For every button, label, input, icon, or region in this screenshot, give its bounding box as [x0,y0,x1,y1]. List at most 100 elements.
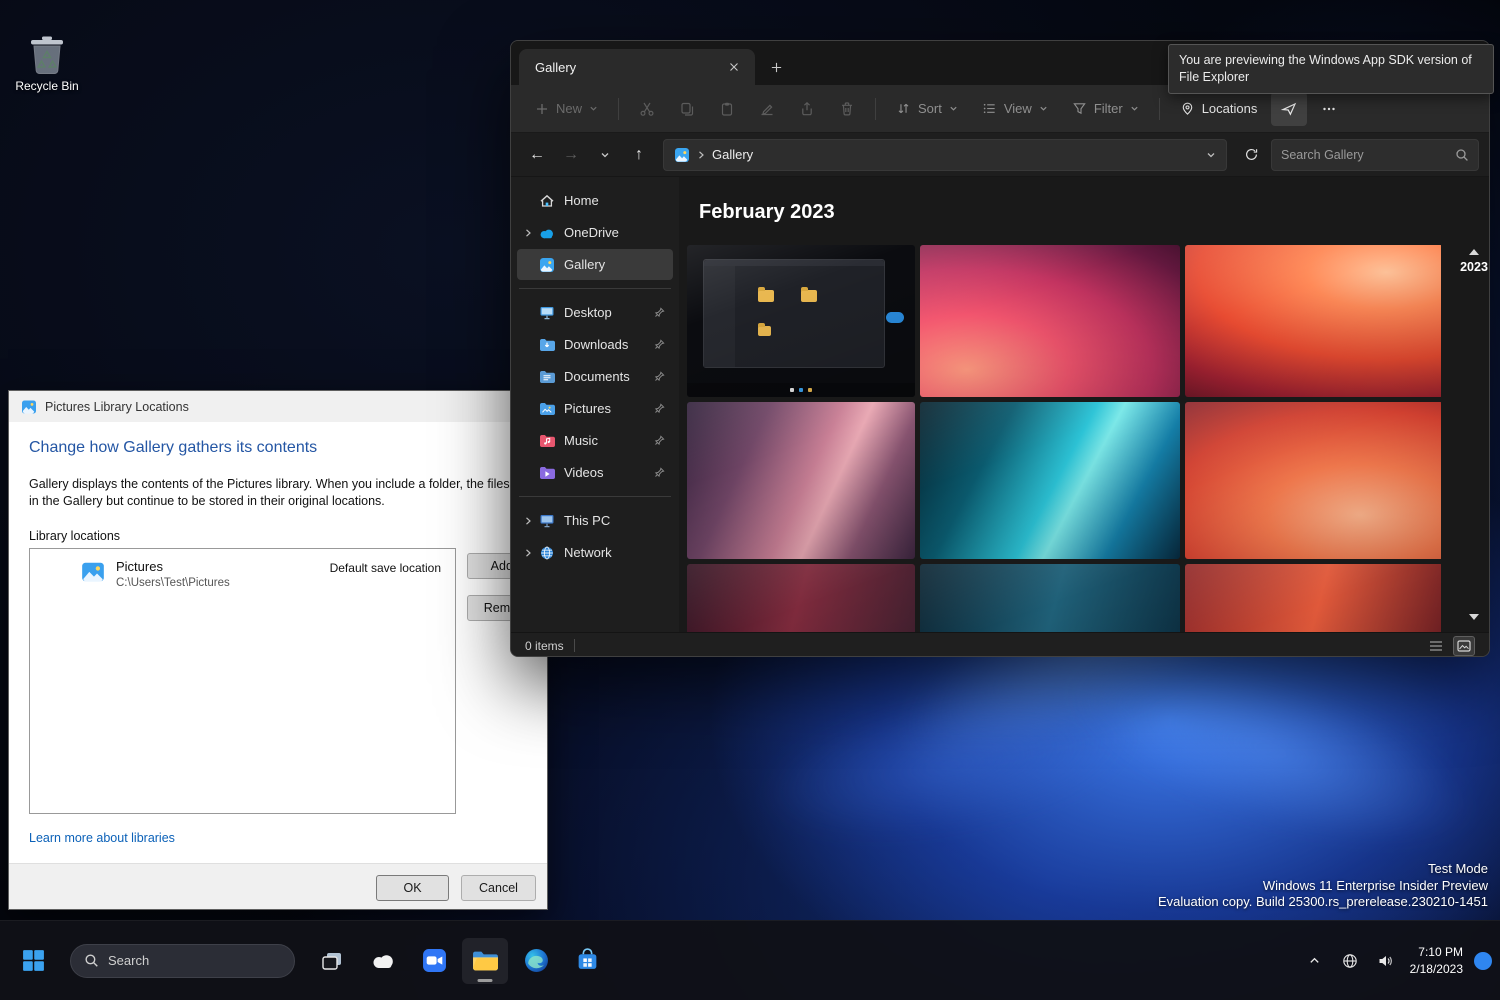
windows-logo-icon [21,948,46,973]
cancel-button[interactable]: Cancel [461,875,536,901]
delete-button[interactable] [829,92,865,126]
chevron-down-icon[interactable] [1206,150,1216,160]
search-box[interactable] [1271,139,1479,171]
tab-close-icon[interactable] [723,56,745,78]
sidebar-item-pictures[interactable]: Pictures [517,393,673,424]
documents-icon [535,370,559,383]
address-bar[interactable]: Gallery [663,139,1227,171]
scroll-year-label: 2023 [1460,260,1488,274]
edge-button[interactable] [513,938,559,984]
sidebar-item-this-pc[interactable]: This PC [517,505,673,536]
up-button[interactable]: ↑ [623,139,655,171]
chevron-up-icon [1308,954,1321,967]
gallery-thumbnail[interactable] [687,402,915,559]
clock[interactable]: 7:10 PM 2/18/2023 [1410,944,1463,976]
chat-button[interactable] [411,938,457,984]
recycle-bin-desktop-icon[interactable]: Recycle Bin [6,34,88,93]
details-view-button[interactable] [1425,636,1447,656]
sdk-preview-toggle-button[interactable] [1271,92,1307,126]
sort-button[interactable]: Sort [886,92,968,126]
sidebar-item-downloads[interactable]: Downloads [517,329,673,360]
preview-plane-icon [1281,101,1297,117]
breadcrumb[interactable]: Gallery [712,147,753,162]
cut-button[interactable] [629,92,665,126]
new-tab-button[interactable] [761,52,791,82]
gallery-thumbnail[interactable] [687,564,915,632]
onedrive-icon [535,227,559,239]
scroll-up-icon[interactable] [1469,249,1479,255]
pin-icon [654,339,665,350]
sidebar-item-gallery[interactable]: Gallery [517,249,673,280]
file-explorer-button[interactable] [462,938,508,984]
copy-button[interactable] [669,92,705,126]
gallery-thumbnail[interactable] [1185,245,1441,397]
notification-badge[interactable] [1474,952,1492,970]
pin-icon [654,403,665,414]
search-icon [1455,148,1469,162]
default-save-location-badge: Default save location [330,561,441,575]
active-app-indicator [478,979,493,982]
sidebar-item-videos[interactable]: Videos [517,457,673,488]
new-button[interactable]: New [525,92,608,126]
sidebar-item-home[interactable]: Home [517,185,673,216]
toolbar-separator [875,98,876,120]
network-tray-button[interactable] [1336,941,1364,981]
recent-locations-button[interactable] [589,139,621,171]
share-button[interactable] [789,92,825,126]
pictures-icon [535,402,559,415]
taskbar: Search [0,920,1500,1000]
taskbar-search-label: Search [108,953,149,968]
gallery-thumbnail-screenshot[interactable] [687,245,915,397]
scroll-down-icon[interactable] [1469,614,1479,620]
ok-button[interactable]: OK [376,875,449,901]
chevron-right-icon[interactable] [521,516,535,526]
explorer-tab-gallery[interactable]: Gallery [519,49,755,85]
gallery-thumbnail[interactable] [920,245,1180,397]
chevron-right-icon[interactable] [521,548,535,558]
sidebar-item-documents[interactable]: Documents [517,361,673,392]
large-thumbnails-view-button[interactable] [1453,636,1475,656]
sidebar-item-onedrive[interactable]: OneDrive [517,217,673,248]
gallery-thumbnail[interactable] [920,402,1180,559]
back-button[interactable]: ← [521,139,553,171]
file-explorer-window: Gallery New [510,40,1490,657]
gallery-thumbnail[interactable] [1185,402,1441,559]
gallery-thumbnail[interactable] [920,564,1180,632]
edge-icon [524,948,549,973]
location-path: C:\Users\Test\Pictures [116,577,230,589]
more-options-button[interactable] [1311,92,1347,126]
gallery-scrollbar[interactable]: 2023 [1463,249,1485,622]
tray-time: 7:10 PM [1418,944,1463,960]
tray-overflow-chevron-button[interactable] [1301,941,1329,981]
locations-button[interactable]: Locations [1170,92,1268,126]
view-icon [982,101,997,116]
view-button[interactable]: View [972,92,1058,126]
forward-button[interactable]: → [555,139,587,171]
chevron-right-icon[interactable] [521,228,535,238]
search-input[interactable] [1281,148,1455,162]
filter-button[interactable]: Filter [1062,92,1149,126]
onedrive-tray-button[interactable] [360,938,406,984]
gallery-grid [687,245,1441,632]
task-view-button[interactable] [309,938,355,984]
library-locations-listbox[interactable]: Pictures C:\Users\Test\Pictures Default … [29,548,456,814]
refresh-button[interactable] [1235,139,1267,171]
sidebar-item-desktop[interactable]: Desktop [517,297,673,328]
dialog-titlebar[interactable]: Pictures Library Locations [9,391,547,422]
refresh-icon [1244,147,1259,162]
volume-tray-button[interactable] [1371,941,1399,981]
start-button[interactable] [10,938,56,984]
sidebar-item-music[interactable]: Music [517,425,673,456]
cut-icon [639,101,655,117]
plus-icon [535,102,549,116]
microsoft-store-button[interactable] [564,938,610,984]
library-location-item[interactable]: Pictures C:\Users\Test\Pictures Default … [30,549,455,589]
sidebar-item-network[interactable]: Network [517,537,673,568]
taskbar-search[interactable]: Search [70,944,295,978]
gallery-thumbnail[interactable] [1185,564,1441,632]
paste-button[interactable] [709,92,745,126]
rename-button[interactable] [749,92,785,126]
learn-more-link[interactable]: Learn more about libraries [29,831,175,845]
desktop-icon [535,305,559,321]
dialog-title: Pictures Library Locations [45,400,189,414]
